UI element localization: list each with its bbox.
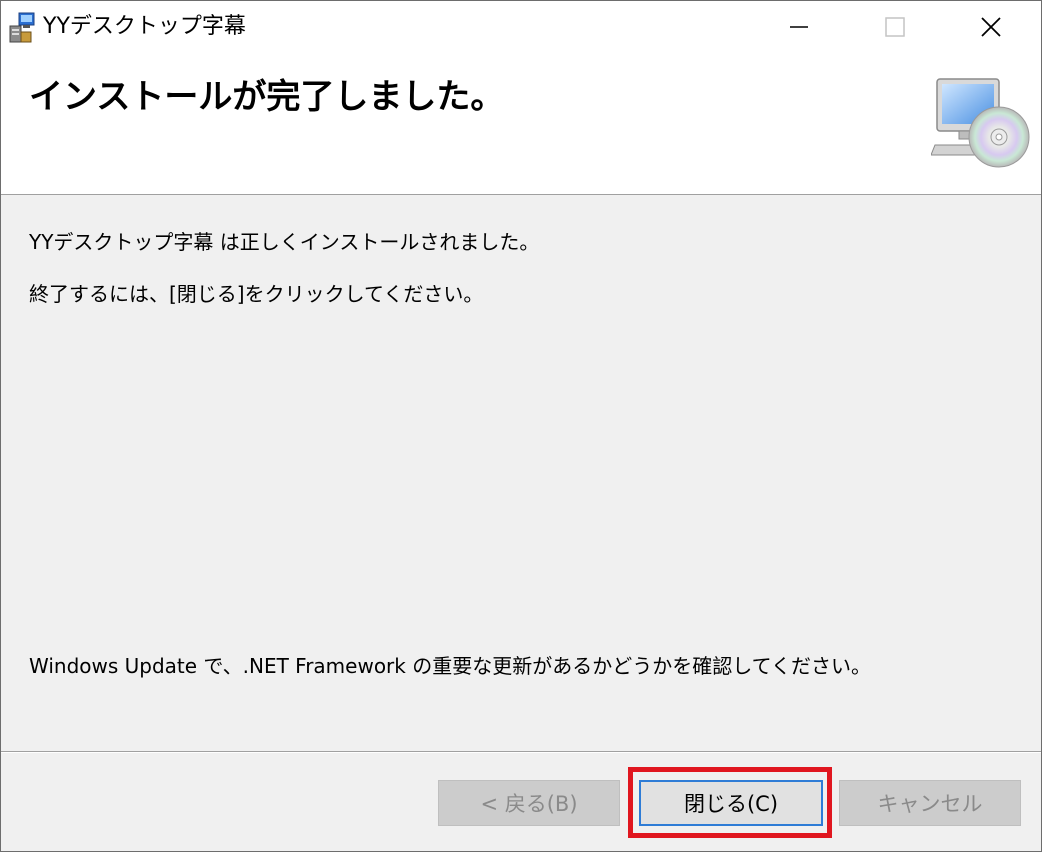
window-title: YYデスクトップ字幕 [43,14,246,39]
footer-separator [1,751,1041,753]
close-button[interactable]: 閉じる(C) [639,780,823,826]
close-instruction-message: 終了するには、[閉じる]をクリックしてください。 [29,282,484,306]
windows-update-notice: Windows Update で、.NET Framework の重要な更新があ… [29,654,872,678]
minimize-icon [790,26,808,28]
installer-app-icon [7,10,37,44]
close-icon [981,17,1001,37]
maximize-button[interactable] [847,1,943,53]
minimize-button[interactable] [751,1,847,53]
computer-cd-icon [930,75,1031,171]
maximize-icon [885,17,905,37]
install-success-message: YYデスクトップ字幕 は正しくインストールされました。 [29,230,540,254]
close-window-button[interactable] [943,1,1039,53]
header-banner: インストールが完了しました。 [1,53,1041,195]
installer-window: YYデスクトップ字幕 インストールが完了しました。 YYデスクトップ字幕 は正し… [0,0,1042,852]
title-bar[interactable]: YYデスクトップ字幕 [1,1,1041,53]
cancel-button[interactable]: キャンセル [839,780,1021,826]
back-button[interactable]: < 戻る(B) [438,780,620,826]
page-title: インストールが完了しました。 [29,77,505,117]
